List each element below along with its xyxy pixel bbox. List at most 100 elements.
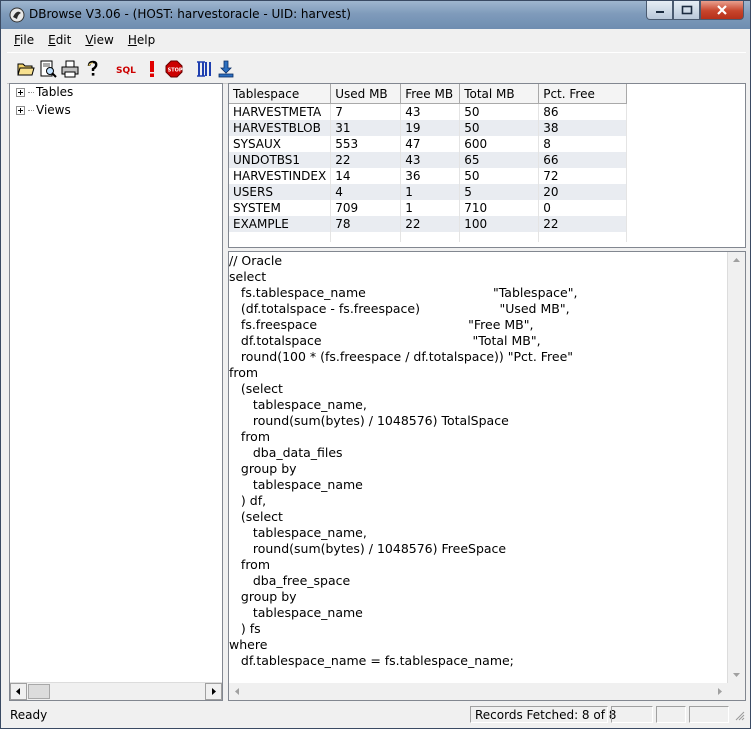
cell: 709 bbox=[330, 200, 402, 216]
tree-item-views[interactable]: Views bbox=[16, 102, 71, 118]
cell: 50 bbox=[459, 103, 540, 120]
close-button[interactable] bbox=[700, 1, 744, 20]
cell: 86 bbox=[538, 103, 628, 120]
export-button[interactable] bbox=[215, 58, 237, 80]
sql-editor[interactable]: // Oracle select fs.tablespace_name "Tab… bbox=[228, 251, 746, 701]
app-window: DBrowse V3.06 - (HOST: harvestoracle - U… bbox=[0, 0, 751, 729]
app-logo-icon bbox=[9, 7, 25, 23]
execute-button[interactable] bbox=[141, 58, 163, 80]
stop-button[interactable]: STOP bbox=[163, 58, 185, 80]
menu-bar: File Edit View Help bbox=[7, 31, 746, 51]
cell: 72 bbox=[538, 168, 628, 184]
cell: SYSTEM bbox=[229, 200, 332, 216]
object-tree[interactable]: Tables Views bbox=[9, 83, 223, 701]
status-panel-empty bbox=[611, 706, 653, 723]
cell: 78 bbox=[330, 216, 402, 232]
toolbar: SQL STOP bbox=[7, 52, 746, 84]
menu-file[interactable]: File bbox=[7, 31, 41, 51]
cell: 14 bbox=[330, 168, 402, 184]
cell: 8 bbox=[538, 136, 628, 152]
status-panel-empty bbox=[689, 706, 729, 723]
window-title: DBrowse V3.06 - (HOST: harvestoracle - U… bbox=[29, 7, 351, 21]
status-panel-empty bbox=[656, 706, 686, 723]
svg-text:STOP: STOP bbox=[168, 68, 183, 74]
cell: 22 bbox=[330, 152, 402, 168]
cell: 4 bbox=[330, 184, 402, 200]
cell: UNDOTBS1 bbox=[229, 152, 332, 168]
cell: 600 bbox=[459, 136, 540, 152]
cell: 47 bbox=[400, 136, 461, 152]
menu-view[interactable]: View bbox=[78, 31, 120, 51]
scroll-right-button[interactable] bbox=[205, 683, 222, 700]
cell: 0 bbox=[538, 200, 628, 216]
cell: 22 bbox=[538, 216, 628, 232]
chevron-right-icon[interactable] bbox=[711, 683, 728, 700]
cell: HARVESTBLOB bbox=[229, 120, 332, 136]
help-button[interactable] bbox=[81, 58, 103, 80]
results-grid[interactable]: Tablespace Used MB Free MB Total MB Pct.… bbox=[228, 83, 746, 248]
table-row[interactable]: HARVESTINDEX 14 36 50 72 bbox=[229, 168, 628, 184]
cell: HARVESTMETA bbox=[229, 103, 332, 120]
cell: 710 bbox=[459, 200, 540, 216]
expand-icon[interactable] bbox=[16, 87, 25, 97]
chevron-left-icon bbox=[16, 688, 20, 695]
cell: 36 bbox=[400, 168, 461, 184]
cell: 19 bbox=[400, 120, 461, 136]
menu-help[interactable]: Help bbox=[121, 31, 162, 51]
print-button[interactable] bbox=[59, 58, 81, 80]
chevron-left-icon[interactable] bbox=[229, 683, 246, 700]
cell: EXAMPLE bbox=[229, 216, 332, 232]
tree-connector bbox=[28, 91, 34, 93]
cell: 5 bbox=[459, 184, 540, 200]
cell: SYSAUX bbox=[229, 136, 332, 152]
tree-horizontal-scrollbar[interactable] bbox=[10, 682, 222, 700]
table-row[interactable]: HARVESTBLOB 31 19 50 38 bbox=[229, 120, 628, 136]
cell: 38 bbox=[538, 120, 628, 136]
scroll-thumb[interactable] bbox=[28, 684, 50, 699]
table-row[interactable]: EXAMPLE 78 22 100 22 bbox=[229, 216, 628, 232]
table-row[interactable]: UNDOTBS1 22 43 65 66 bbox=[229, 152, 628, 168]
scroll-left-button[interactable] bbox=[10, 683, 27, 700]
menu-edit[interactable]: Edit bbox=[41, 31, 78, 51]
cell: 1 bbox=[400, 200, 461, 216]
expand-icon[interactable] bbox=[16, 105, 25, 115]
open-button[interactable] bbox=[15, 58, 37, 80]
column-header-used-mb[interactable]: Used MB bbox=[330, 84, 402, 104]
table-row[interactable]: SYSTEM 709 1 710 0 bbox=[229, 200, 628, 216]
cell: HARVESTINDEX bbox=[229, 168, 332, 184]
scrollbar-corner bbox=[728, 683, 745, 700]
cell: 43 bbox=[400, 103, 461, 120]
column-header-pct-free[interactable]: Pct. Free bbox=[538, 84, 628, 104]
cell: 31 bbox=[330, 120, 402, 136]
status-bar: Ready Records Fetched: 8 of 8 bbox=[7, 705, 746, 725]
minimize-button[interactable] bbox=[646, 1, 673, 20]
cell: 7 bbox=[330, 103, 402, 120]
table-row[interactable]: SYSAUX 553 47 600 8 bbox=[229, 136, 628, 152]
tree-connector bbox=[28, 109, 34, 111]
table-row[interactable]: HARVESTMETA 7 43 50 86 bbox=[229, 103, 628, 120]
cell: USERS bbox=[229, 184, 332, 200]
resize-grip-icon[interactable] bbox=[733, 709, 745, 724]
cell: 50 bbox=[459, 120, 540, 136]
cell: 100 bbox=[459, 216, 540, 232]
columns-button[interactable] bbox=[193, 58, 215, 80]
editor-vertical-scrollbar[interactable] bbox=[727, 252, 745, 683]
preview-button[interactable] bbox=[37, 58, 59, 80]
column-header-free-mb[interactable]: Free MB bbox=[400, 84, 461, 104]
column-header-tablespace[interactable]: Tablespace bbox=[229, 84, 332, 104]
column-header-total-mb[interactable]: Total MB bbox=[459, 84, 540, 104]
cell: 20 bbox=[538, 184, 628, 200]
sql-button[interactable]: SQL bbox=[113, 58, 139, 80]
maximize-button[interactable] bbox=[673, 1, 700, 20]
chevron-up-icon[interactable] bbox=[728, 252, 745, 269]
cell: 43 bbox=[400, 152, 461, 168]
cell: 1 bbox=[400, 184, 461, 200]
table-row[interactable]: USERS 4 1 5 20 bbox=[229, 184, 628, 200]
sql-editor-text[interactable]: // Oracle select fs.tablespace_name "Tab… bbox=[229, 253, 577, 669]
status-text: Ready bbox=[10, 708, 48, 722]
title-bar[interactable]: DBrowse V3.06 - (HOST: harvestoracle - U… bbox=[1, 1, 750, 29]
tree-item-tables[interactable]: Tables bbox=[16, 84, 73, 100]
cell: 22 bbox=[400, 216, 461, 232]
editor-horizontal-scrollbar[interactable] bbox=[229, 683, 728, 700]
chevron-down-icon[interactable] bbox=[728, 666, 745, 683]
